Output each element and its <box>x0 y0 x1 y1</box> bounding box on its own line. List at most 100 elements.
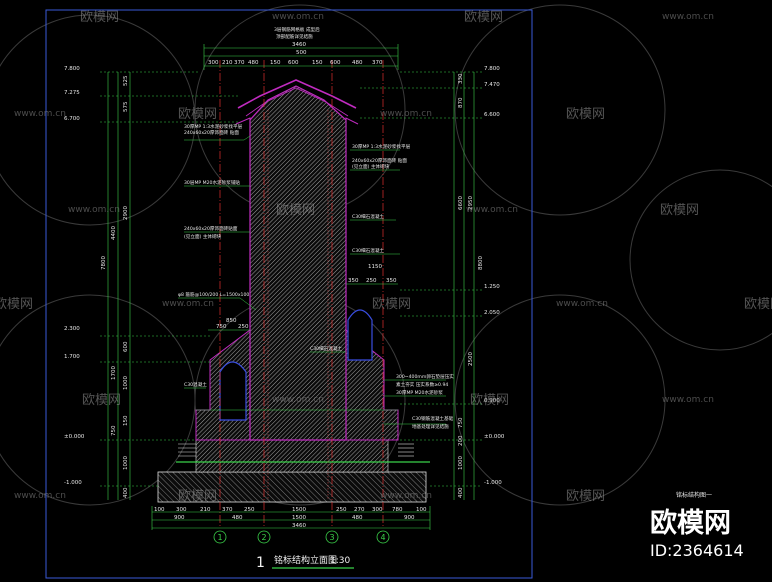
monument-elevation <box>157 79 430 503</box>
axis-label-3: 3 <box>330 533 335 542</box>
watermark-url: www.om.cn <box>662 12 714 22</box>
note-text: (见立面) 主体砌块 <box>352 163 390 170</box>
note-text: 300~400mm卵石垫层压实 <box>396 373 454 380</box>
dim-label: 480 <box>352 515 363 521</box>
dim-label: 100 <box>416 507 427 513</box>
note-text: 30厚MP M20水泥砂浆 <box>396 389 443 396</box>
axis-label-4: 4 <box>381 533 386 542</box>
dim-label: 750 <box>216 324 227 330</box>
dim-label: 350 <box>348 278 359 284</box>
dim-label: 900 <box>174 515 185 521</box>
note-text: 素土夯实 压实系数≥0.94 <box>396 381 448 388</box>
dim-label: 370 <box>222 507 233 513</box>
dim-label: 300 <box>208 60 219 66</box>
note-text: C30细石混凝土 <box>310 345 342 352</box>
side-caption: 铭标结构图一 <box>676 491 712 499</box>
niche-right <box>347 309 373 361</box>
left-level-labels: 7.800 7.275 6.700 2.300 1.700 ±0.000 -1.… <box>64 66 85 486</box>
watermark-brand: 欧模网 <box>372 297 411 312</box>
dim-label: 150 <box>123 415 129 426</box>
watermark-url: www.om.cn <box>14 109 66 119</box>
note-text: 240x60x20厚饰面砖 贴面 <box>184 129 239 136</box>
foundation-step <box>195 439 389 473</box>
watermark-brand: 欧模网 <box>276 203 315 218</box>
ledge-right <box>345 117 359 130</box>
left-vertical-dim-labels: 525 575 2900 4400 7800 600 1000 1700 150… <box>101 75 129 498</box>
watermark-url: www.om.cn <box>272 395 324 405</box>
watermark-brand: 欧模网 <box>80 10 119 25</box>
note-text: C30细石混凝土 <box>352 247 384 254</box>
watermark-url: www.om.cn <box>14 491 66 501</box>
right-span-a: 1150 <box>368 264 382 270</box>
level-label: -1.000 <box>64 480 82 486</box>
watermark-url: www.om.cn <box>662 395 714 405</box>
dim-label: 150 <box>270 60 281 66</box>
dim-label: 600 <box>330 60 341 66</box>
dim-label: 1500 <box>292 507 306 513</box>
note-text: 240x60x20厚饰面砖 贴面 <box>352 157 407 164</box>
note-text: 地基处理详见结施 <box>412 423 449 430</box>
dim-label: 250 <box>238 324 249 330</box>
note-text: 30厚MP 1:3水泥砂浆找平层 <box>352 143 411 150</box>
dim-label: 575 <box>123 101 129 112</box>
watermark-brand: 欧模网 <box>178 107 217 122</box>
dim-label: 870 <box>458 97 464 108</box>
dim-label: 350 <box>386 278 397 284</box>
dim-label: 250 <box>366 278 377 284</box>
top-total-dim: 3460 <box>292 42 306 48</box>
dim-label: 780 <box>392 507 403 513</box>
drawing-scale: 1:30 <box>330 556 350 566</box>
axis-label-2: 2 <box>262 533 267 542</box>
note-text: 30层MP M20水泥砂浆铺贴 <box>184 179 240 186</box>
level-label: 6.600 <box>484 112 500 118</box>
bottom-total-dim: 3460 <box>292 523 306 529</box>
level-label: 2.050 <box>484 310 500 316</box>
watermark-brand: 欧模网 <box>0 297 33 312</box>
dim-label: 8800 <box>478 256 484 270</box>
watermark-url: www.om.cn <box>68 205 120 215</box>
watermark-brand: 欧模网 <box>82 393 121 408</box>
dim-label: 1500 <box>292 515 306 521</box>
resource-id: ID:2364614 <box>650 541 744 560</box>
dim-label: 600 <box>123 341 129 352</box>
dim-label: 270 <box>354 507 365 513</box>
dim-label: 525 <box>123 75 129 86</box>
note-text: 240x60x20厚饰面砖贴面 <box>184 225 238 232</box>
level-label: 1.250 <box>484 284 500 290</box>
watermark-url: www.om.cn <box>556 299 608 309</box>
dim-label: 750 <box>111 425 117 436</box>
dim-label: 330 <box>458 73 464 84</box>
dim-label: 300 <box>372 507 383 513</box>
dim-label: 1000 <box>458 456 464 470</box>
top-mid-dim: 500 <box>296 50 307 56</box>
level-label: -1.000 <box>484 480 502 486</box>
top-row-dims: 300 210 370 480 150 600 150 600 480 370 <box>208 60 383 66</box>
right-level-labels: 7.800 7.470 6.600 1.250 2.050 0.900 ±0.0… <box>484 66 505 486</box>
note-text: φ8 箍筋@100/200 L=1500x100 <box>178 291 249 298</box>
level-label: ±0.000 <box>484 434 505 440</box>
axis-bubbles: 1 2 3 4 <box>213 530 390 544</box>
watermark-brand: 欧模网 <box>744 297 772 312</box>
dim-label: 480 <box>232 515 243 521</box>
dim-label: 900 <box>404 515 415 521</box>
right-span-b: 350 250 350 <box>348 278 397 284</box>
dim-label: 480 <box>352 60 363 66</box>
level-label: 1.700 <box>64 354 80 360</box>
bottom-dimensions <box>151 506 431 530</box>
dim-label: 7800 <box>101 256 107 270</box>
dim-label: 1700 <box>111 366 117 380</box>
cad-drawing-canvas: 1 2 3 4 3层钢筋网格板 成型后 顶部配筋详见结施 3460 500 30… <box>0 4 772 579</box>
drawing-title: 铭标结构立面图 <box>274 554 337 566</box>
watermark-url: www.om.cn <box>466 205 518 215</box>
note-text: C30钢筋混凝土基础 <box>412 415 454 422</box>
watermark-brand: 欧模网 <box>464 10 503 25</box>
watermark-brand: 欧模网 <box>566 107 605 122</box>
dim-label: 2900 <box>123 206 129 220</box>
level-label: 7.470 <box>484 82 500 88</box>
dim-label: 370 <box>372 60 383 66</box>
watermark-brand: 欧模网 <box>178 489 217 504</box>
dim-label: 6600 <box>458 196 464 210</box>
dim-label: 400 <box>458 487 464 498</box>
drawing-number: 1 <box>256 555 265 571</box>
note-text: 30厚MP 1:3水泥砂浆找平层 <box>184 123 243 130</box>
